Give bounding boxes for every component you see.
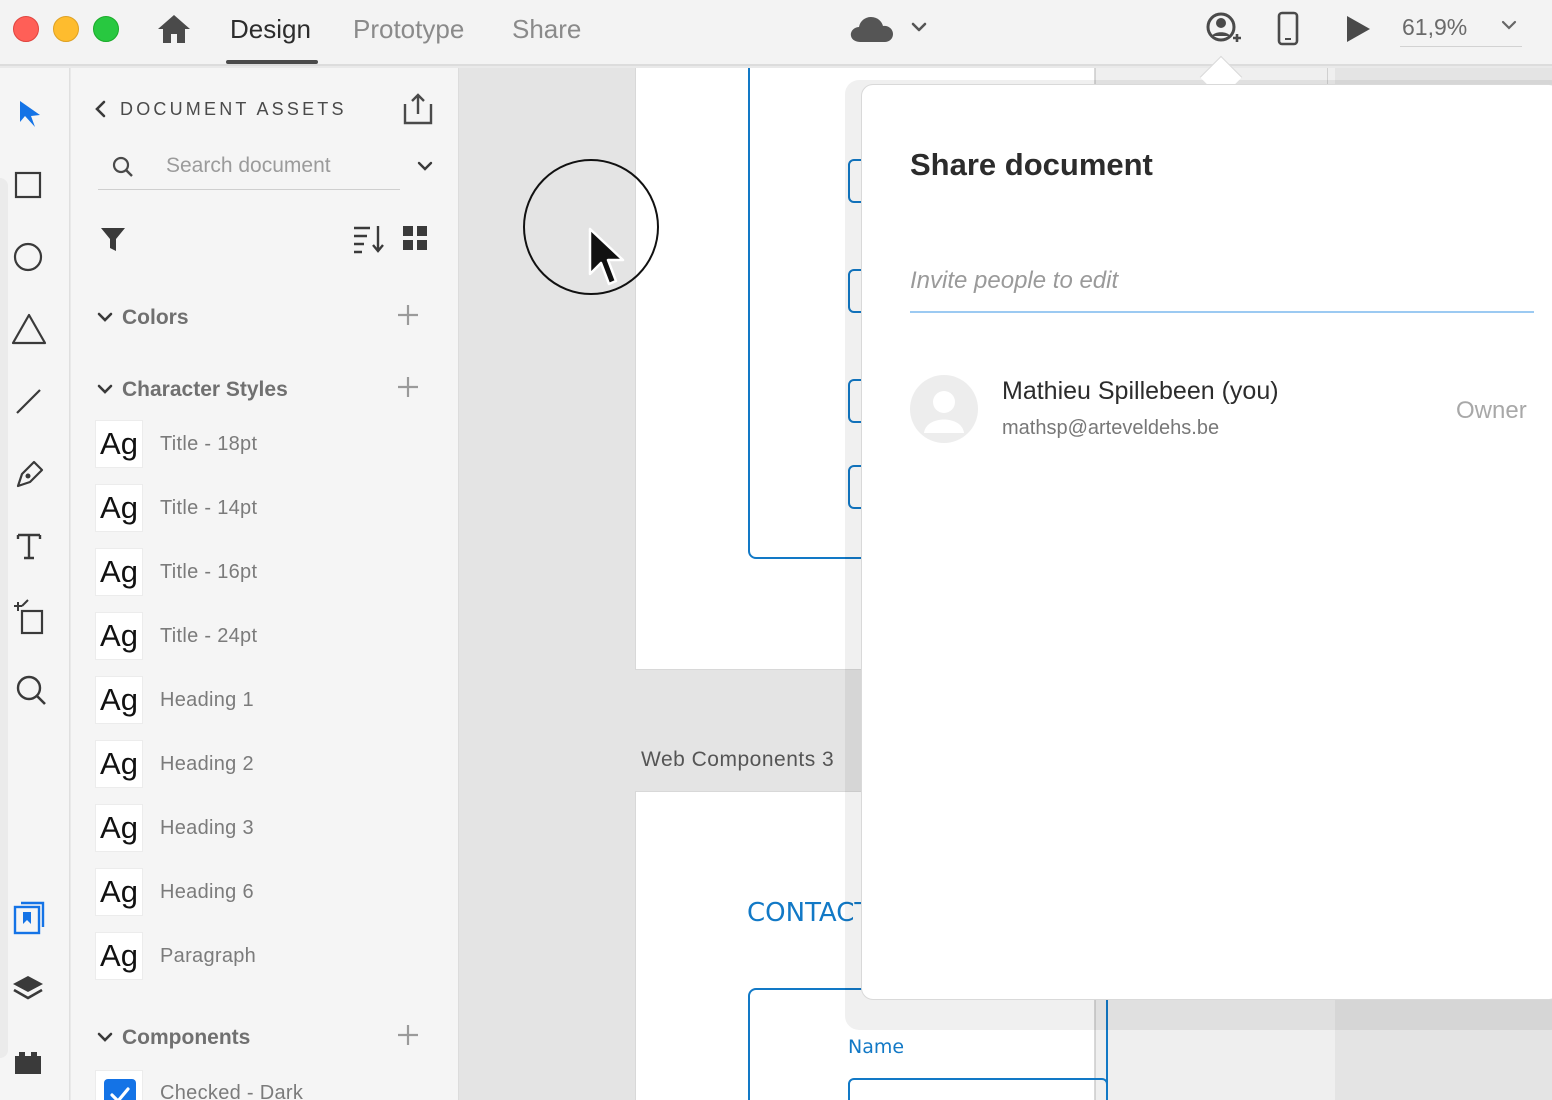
layers-icon[interactable] bbox=[10, 970, 50, 1010]
minimize-window-button[interactable] bbox=[53, 16, 79, 42]
character-style-item[interactable]: Ag Heading 6 bbox=[95, 868, 425, 920]
character-style-item[interactable]: Ag Heading 3 bbox=[95, 804, 425, 856]
assets-panel: DOCUMENT ASSETS Colors Character Styles bbox=[71, 68, 459, 1100]
line-tool-icon[interactable] bbox=[10, 382, 50, 422]
chevron-down-icon[interactable] bbox=[95, 1028, 115, 1048]
component-label: Checked - Dark bbox=[160, 1082, 304, 1100]
style-label: Heading 1 bbox=[160, 689, 254, 711]
home-icon[interactable] bbox=[156, 12, 192, 46]
share-document-popover: Share document Mathieu Spillebeen (you) … bbox=[861, 84, 1552, 1000]
text-tool-icon[interactable] bbox=[10, 526, 50, 566]
zoom-window-button[interactable] bbox=[93, 16, 119, 42]
character-style-item[interactable]: Ag Title - 14pt bbox=[95, 484, 425, 536]
artboard-label[interactable]: Web Components 3 bbox=[641, 748, 834, 772]
style-label: Heading 2 bbox=[160, 753, 254, 775]
avatar bbox=[910, 375, 978, 443]
collaborator-name: Mathieu Spillebeen (you) bbox=[1002, 377, 1279, 405]
character-style-item[interactable]: Ag Heading 1 bbox=[95, 676, 425, 728]
rail-edge bbox=[0, 178, 8, 1058]
style-preview: Ag bbox=[95, 676, 143, 724]
sketch-input bbox=[848, 1078, 1108, 1100]
add-color-plus-icon[interactable] bbox=[395, 302, 421, 328]
style-label: Title - 18pt bbox=[160, 433, 258, 455]
component-preview bbox=[95, 1070, 143, 1100]
sort-icon[interactable] bbox=[352, 222, 386, 254]
collaborator-role: Owner bbox=[1456, 397, 1527, 424]
zoom-level[interactable]: 61,9% bbox=[1402, 14, 1467, 41]
style-preview: Ag bbox=[95, 804, 143, 852]
section-label-character-styles: Character Styles bbox=[122, 378, 288, 401]
character-style-item[interactable]: Ag Title - 24pt bbox=[95, 612, 425, 664]
ellipse-tool-icon[interactable] bbox=[10, 238, 50, 278]
style-preview: Ag bbox=[95, 612, 143, 660]
zoom-tool-icon[interactable] bbox=[10, 670, 50, 710]
popover-title: Share document bbox=[910, 147, 1153, 182]
style-preview: Ag bbox=[95, 420, 143, 468]
plugins-icon[interactable] bbox=[10, 1042, 50, 1082]
tab-design[interactable]: Design bbox=[230, 12, 311, 52]
chevron-down-icon[interactable] bbox=[908, 16, 930, 38]
play-icon[interactable] bbox=[1342, 12, 1374, 46]
component-item[interactable]: Checked - Dark bbox=[95, 1064, 425, 1100]
style-preview: Ag bbox=[95, 548, 143, 596]
tab-share[interactable]: Share bbox=[512, 12, 581, 52]
zoom-divider bbox=[1400, 46, 1522, 47]
character-style-item[interactable]: Ag Title - 18pt bbox=[95, 420, 425, 472]
character-style-item[interactable]: Ag Title - 16pt bbox=[95, 548, 425, 600]
colors-section-header[interactable]: Colors bbox=[95, 305, 425, 336]
search-input[interactable] bbox=[166, 150, 386, 182]
sketch-field-label: Name bbox=[848, 1036, 905, 1058]
user-plus-icon[interactable] bbox=[1203, 10, 1243, 48]
invite-input[interactable] bbox=[910, 257, 1534, 313]
collaborator-email: mathsp@arteveldehs.be bbox=[1002, 417, 1220, 439]
mobile-device-icon[interactable] bbox=[1274, 10, 1302, 46]
cloud-icon[interactable] bbox=[848, 12, 896, 46]
zoom-chevron-down-icon[interactable] bbox=[1496, 12, 1522, 38]
export-icon[interactable] bbox=[401, 92, 435, 126]
style-preview: Ag bbox=[95, 932, 143, 980]
panel-title: DOCUMENT ASSETS bbox=[120, 99, 347, 119]
character-style-item[interactable]: Ag Heading 2 bbox=[95, 740, 425, 792]
filter-icon[interactable] bbox=[99, 224, 127, 254]
artboard-tool-icon[interactable] bbox=[10, 598, 50, 638]
style-label: Title - 24pt bbox=[160, 625, 258, 647]
search-filter-chevron-icon[interactable] bbox=[413, 154, 437, 178]
mouse-pointer-icon bbox=[587, 226, 627, 288]
section-label-components: Components bbox=[122, 1026, 251, 1049]
add-character-style-plus-icon[interactable] bbox=[395, 374, 421, 400]
style-label: Title - 16pt bbox=[160, 561, 258, 583]
tool-rail bbox=[0, 68, 70, 1100]
style-label: Title - 14pt bbox=[160, 497, 258, 519]
character-styles-section-header[interactable]: Character Styles bbox=[95, 377, 425, 408]
title-bar: Design Prototype Share 61,9% bbox=[0, 0, 1552, 66]
components-section-header[interactable]: Components bbox=[95, 1025, 425, 1056]
polygon-tool-icon[interactable] bbox=[10, 310, 50, 350]
add-component-plus-icon[interactable] bbox=[395, 1022, 421, 1048]
search-icon bbox=[110, 154, 136, 180]
style-preview: Ag bbox=[95, 740, 143, 788]
style-preview: Ag bbox=[95, 868, 143, 916]
active-tab-indicator bbox=[226, 60, 318, 64]
character-style-item[interactable]: Ag Paragraph bbox=[95, 932, 425, 984]
chevron-down-icon[interactable] bbox=[95, 380, 115, 400]
chevron-down-icon[interactable] bbox=[95, 308, 115, 328]
search-field[interactable] bbox=[98, 150, 400, 190]
tab-prototype[interactable]: Prototype bbox=[353, 12, 464, 52]
checkmark-icon bbox=[104, 1079, 136, 1100]
close-window-button[interactable] bbox=[13, 16, 39, 42]
style-label: Heading 6 bbox=[160, 881, 254, 903]
section-label-colors: Colors bbox=[122, 306, 189, 329]
style-label: Paragraph bbox=[160, 945, 257, 967]
select-tool-icon[interactable] bbox=[10, 94, 50, 134]
back-chevron-icon[interactable] bbox=[91, 98, 111, 120]
style-label: Heading 3 bbox=[160, 817, 254, 839]
assets-icon[interactable] bbox=[10, 898, 50, 938]
pen-tool-icon[interactable] bbox=[10, 454, 50, 494]
style-preview: Ag bbox=[95, 484, 143, 532]
rectangle-tool-icon[interactable] bbox=[10, 166, 50, 206]
grid-view-icon[interactable] bbox=[401, 224, 429, 252]
